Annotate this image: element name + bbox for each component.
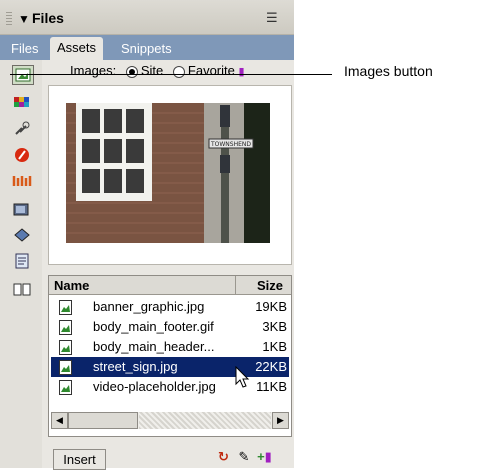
collapse-arrow-icon[interactable]: ▼	[18, 12, 30, 26]
tab-files[interactable]: Files	[4, 38, 45, 60]
favorites-bookmark-icon: ▮	[238, 66, 245, 78]
category-icon-column	[0, 60, 42, 468]
bottom-toolbar: ↻ ✎ +▮	[218, 449, 272, 465]
asset-list: Name Size banner_graphic.jpg 19KB body_m…	[48, 275, 292, 437]
panel-title: Files	[32, 10, 64, 26]
favorites-bookmark-icon: ▮	[264, 449, 272, 464]
scrollbar-thumb[interactable]	[68, 412, 138, 429]
insert-button[interactable]: Insert	[53, 449, 106, 470]
list-item-selected[interactable]: street_sign.jpg 22KB	[51, 357, 289, 377]
panel-titlebar[interactable]: ▼ Files ☰	[0, 0, 294, 35]
image-file-icon	[59, 300, 72, 315]
street-sign-text: TOWNSHEND	[210, 141, 251, 148]
column-divider[interactable]	[235, 276, 236, 294]
shockwave-category-icon[interactable]	[12, 172, 32, 190]
image-file-icon	[59, 340, 72, 355]
images-category-icon[interactable]	[12, 65, 34, 85]
tab-snippets[interactable]: Snippets	[114, 38, 179, 60]
tab-bar: Files Assets Snippets	[0, 35, 294, 61]
column-header-name[interactable]: Name	[54, 278, 89, 293]
list-item[interactable]: video-placeholder.jpg 11KB	[51, 377, 289, 397]
scroll-left-icon[interactable]: ◀	[51, 412, 68, 429]
flash-category-icon[interactable]	[12, 146, 32, 164]
scroll-right-icon[interactable]: ▶	[272, 412, 289, 429]
street-sign-preview-image: TOWNSHEND	[66, 103, 270, 243]
list-item[interactable]: banner_graphic.jpg 19KB	[51, 297, 289, 317]
scripts-category-icon[interactable]	[12, 226, 32, 244]
image-file-icon	[59, 360, 72, 375]
images-label: Images:	[70, 63, 117, 78]
callout-line	[10, 74, 332, 75]
site-radio-label[interactable]: Site	[141, 63, 163, 78]
add-to-favorites-icon[interactable]: +	[257, 449, 265, 464]
assets-panel: ▼ Files ☰ Files Assets Snippets Images: …	[0, 0, 294, 470]
templates-category-icon[interactable]	[12, 252, 32, 270]
edit-icon[interactable]: ✎	[239, 449, 250, 464]
tab-assets[interactable]: Assets	[50, 37, 104, 61]
mouse-cursor-icon	[235, 366, 250, 388]
list-item[interactable]: body_main_header... 1KB	[51, 337, 289, 357]
image-file-icon	[59, 320, 72, 335]
site-radio[interactable]	[125, 65, 138, 78]
column-header-size[interactable]: Size	[257, 278, 283, 293]
urls-category-icon[interactable]	[12, 120, 32, 138]
library-category-icon[interactable]	[12, 280, 32, 298]
scrollbar-track[interactable]	[139, 412, 271, 429]
options-menu-icon[interactable]: ☰	[266, 10, 278, 26]
horizontal-scrollbar[interactable]: ◀ ▶	[51, 412, 289, 429]
favorites-radio[interactable]	[172, 65, 185, 78]
image-file-icon	[59, 380, 72, 395]
favorites-radio-label[interactable]: Favorite	[188, 63, 235, 78]
images-filter: Images: Site Favorite ▮	[70, 63, 245, 78]
colors-category-icon[interactable]	[12, 94, 32, 112]
refresh-icon[interactable]: ↻	[218, 449, 229, 464]
list-header: Name Size	[49, 276, 291, 295]
list-item[interactable]: body_main_footer.gif 3KB	[51, 317, 289, 337]
panel-grip-icon[interactable]	[6, 12, 12, 26]
callout-label: Images button	[344, 63, 433, 79]
movies-category-icon[interactable]	[12, 200, 32, 218]
